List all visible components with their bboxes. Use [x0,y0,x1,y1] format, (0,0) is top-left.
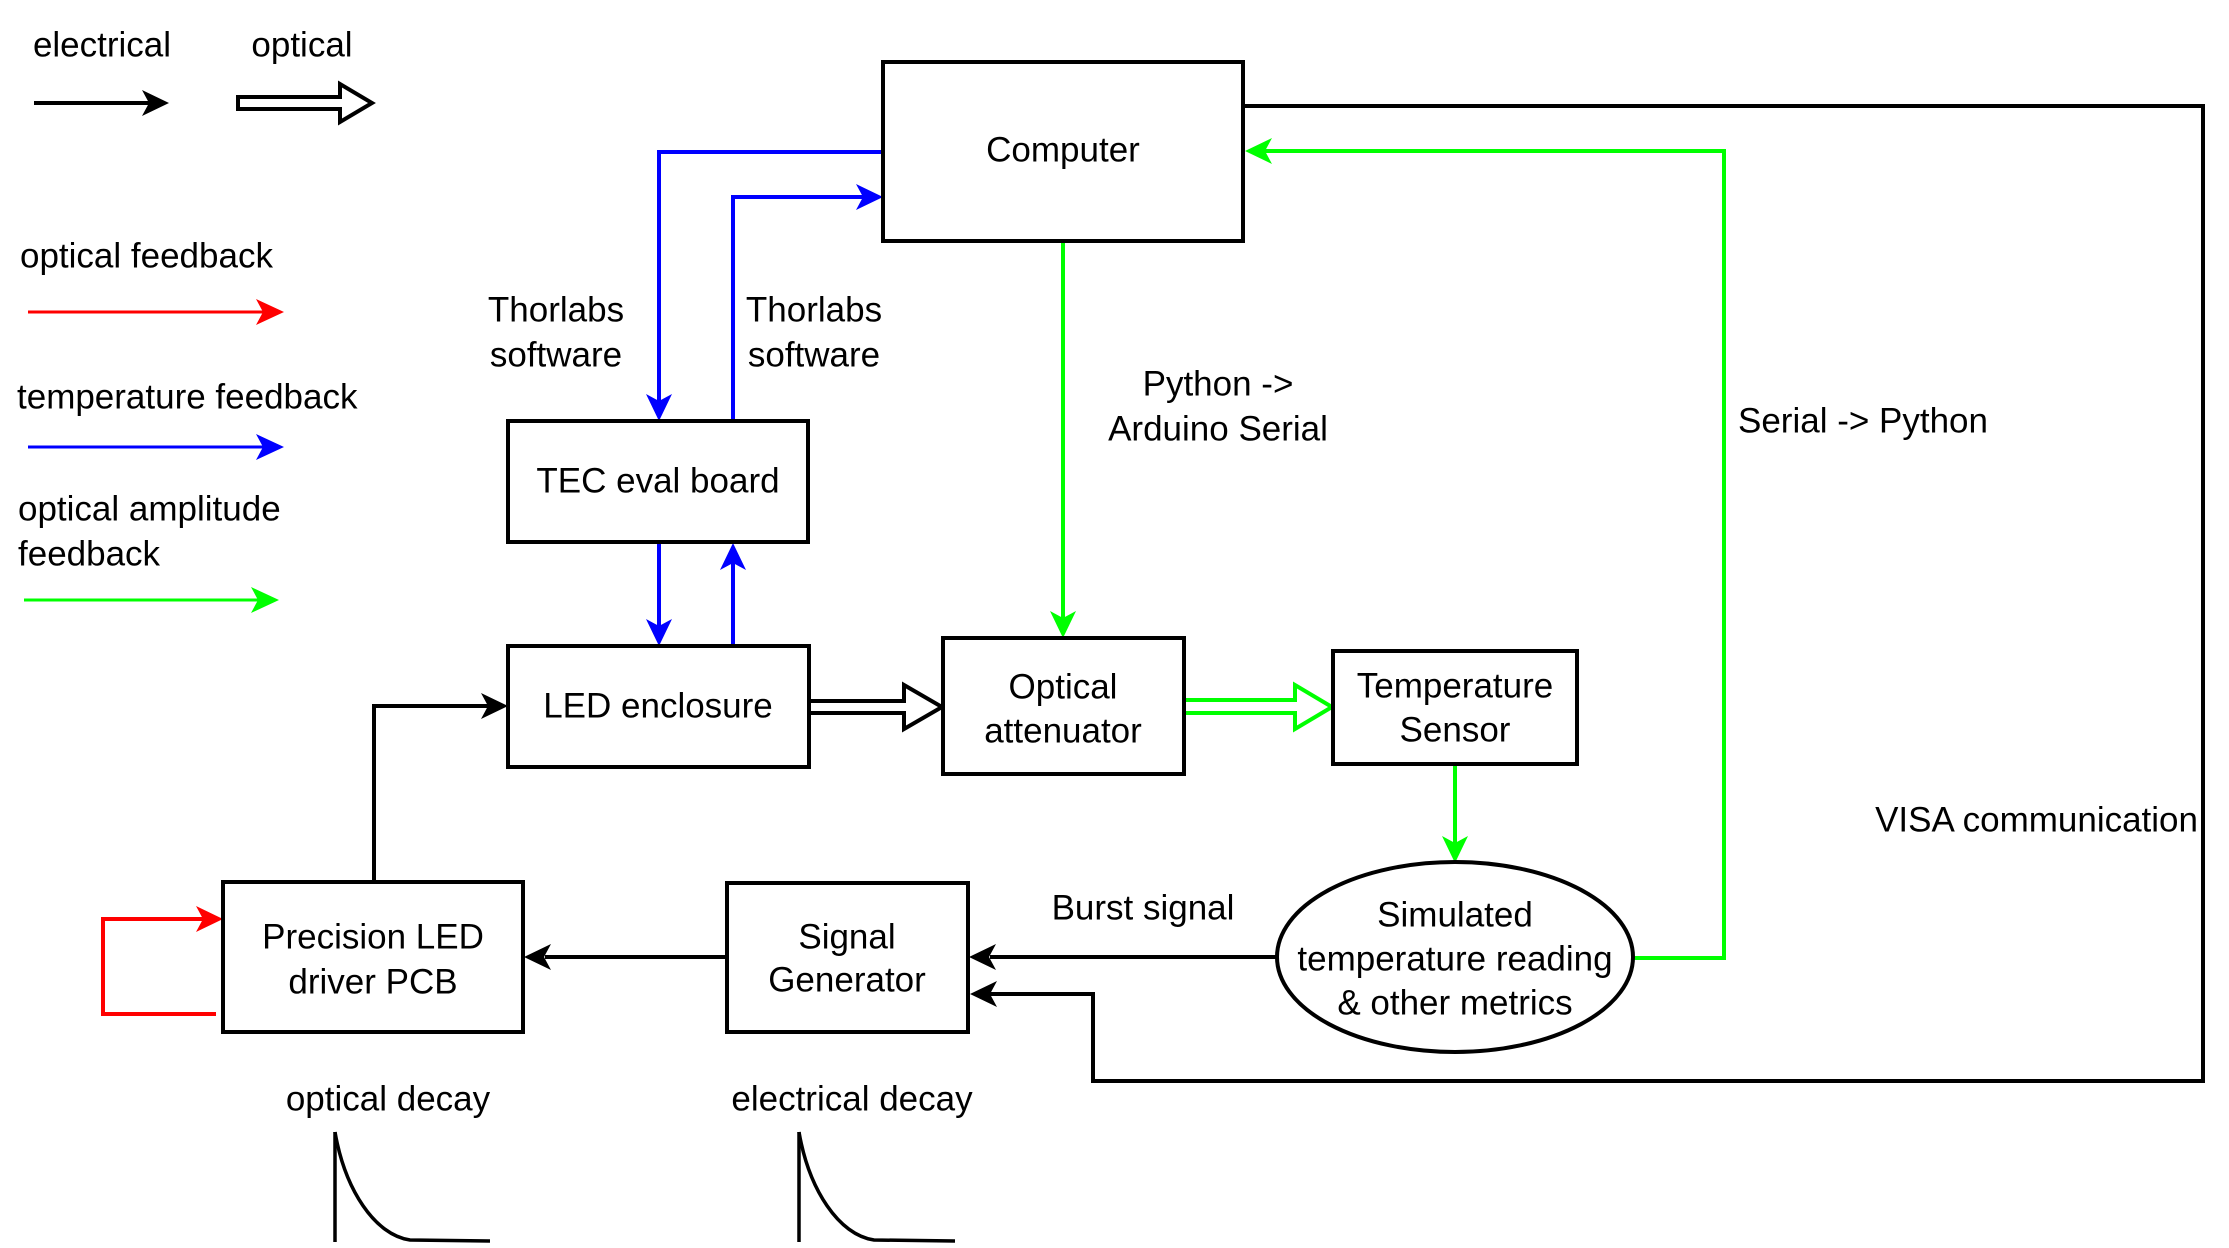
electrical-decay-curve [797,1131,956,1243]
serial-python-label: Serial -> Python [1738,402,1988,441]
led-enclosure-label: LED enclosure [543,687,773,726]
simulated-reading-label-2: temperature reading [1297,940,1612,979]
temperature-sensor-label-1: Temperature [1357,667,1553,706]
python-arduino-label-2: Arduino Serial [1108,410,1328,449]
legend-optical-arrow [236,80,376,126]
temperature-sensor-block: Temperature Sensor [1331,649,1579,766]
optical-attenuator-label-1: Optical [1009,668,1118,707]
legend-temperature-feedback-arrow [28,434,284,460]
thorlabs-left-label-2: software [490,336,622,375]
optical-decay-curve [333,1131,491,1243]
legend-optical-feedback-label: optical feedback [20,237,273,276]
legend-optical-amplitude-feedback-label-2: feedback [18,535,161,574]
signal-generator-block: Signal Generator [725,881,970,1034]
computer-label: Computer [986,131,1140,170]
tec-eval-board-block: TEC eval board [506,419,810,544]
signal-generator-label-2: Generator [768,961,926,1000]
visa-communication-label: VISA communication [1875,801,2198,840]
electrical-decay-label: electrical decay [731,1080,973,1119]
led-driver-pcb-block: Precision LED driver PCB [221,880,525,1034]
simulated-reading-label-1: Simulated [1377,896,1533,935]
driver-to-led-connection [372,693,508,882]
legend-electrical-label: electrical [33,26,171,65]
signal-generator-label-1: Signal [798,918,895,957]
computer-block: Computer [881,60,1245,243]
block-diagram: electrical optical optical feedback temp… [17,26,2205,1243]
burst-signal-label: Burst signal [1052,889,1235,928]
legend-electrical-arrow [34,90,169,116]
python-arduino-label-1: Python -> [1143,365,1294,404]
legend-optical-label: optical [251,26,352,65]
python-arduino-connection [1050,242,1076,638]
legend-temperature-feedback-label: temperature feedback [17,378,358,417]
attenuator-to-sensor-optical-arrow [1182,681,1336,733]
simulated-reading-block: Simulated temperature reading & other me… [1275,860,1635,1054]
optical-attenuator-block: Optical attenuator [941,636,1186,776]
optical-feedback-loop [101,906,223,1016]
siggen-to-driver-connection [524,944,727,970]
thorlabs-computer-to-tec [646,150,883,421]
simulated-reading-label-3: & other metrics [1337,984,1572,1023]
tec-to-led-connection [646,543,672,646]
optical-decay-label: optical decay [286,1080,491,1119]
thorlabs-right-label-1: Thorlabs [746,291,882,330]
legend-optical-amplitude-feedback-arrow [24,587,279,613]
legend-optical-amplitude-feedback-label-1: optical amplitude [18,490,281,529]
temperature-sensor-label-2: Sensor [1400,711,1511,750]
led-driver-pcb-label-2: driver PCB [288,963,457,1002]
sensor-to-simulated-connection [1442,764,1468,863]
serial-python-connection [1245,138,1726,960]
led-enclosure-block: LED enclosure [506,644,811,769]
burst-signal-connection [969,944,1277,970]
led-driver-pcb-label-1: Precision LED [262,918,484,957]
led-to-attenuator-optical-arrow [807,681,946,733]
optical-attenuator-label-2: attenuator [984,712,1142,751]
thorlabs-left-label-1: Thorlabs [488,291,624,330]
legend: electrical optical optical feedback temp… [17,26,376,613]
legend-optical-feedback-arrow [28,299,284,325]
led-to-tec-connection [720,543,746,646]
thorlabs-right-label-2: software [748,336,880,375]
tec-eval-board-label: TEC eval board [536,462,779,501]
